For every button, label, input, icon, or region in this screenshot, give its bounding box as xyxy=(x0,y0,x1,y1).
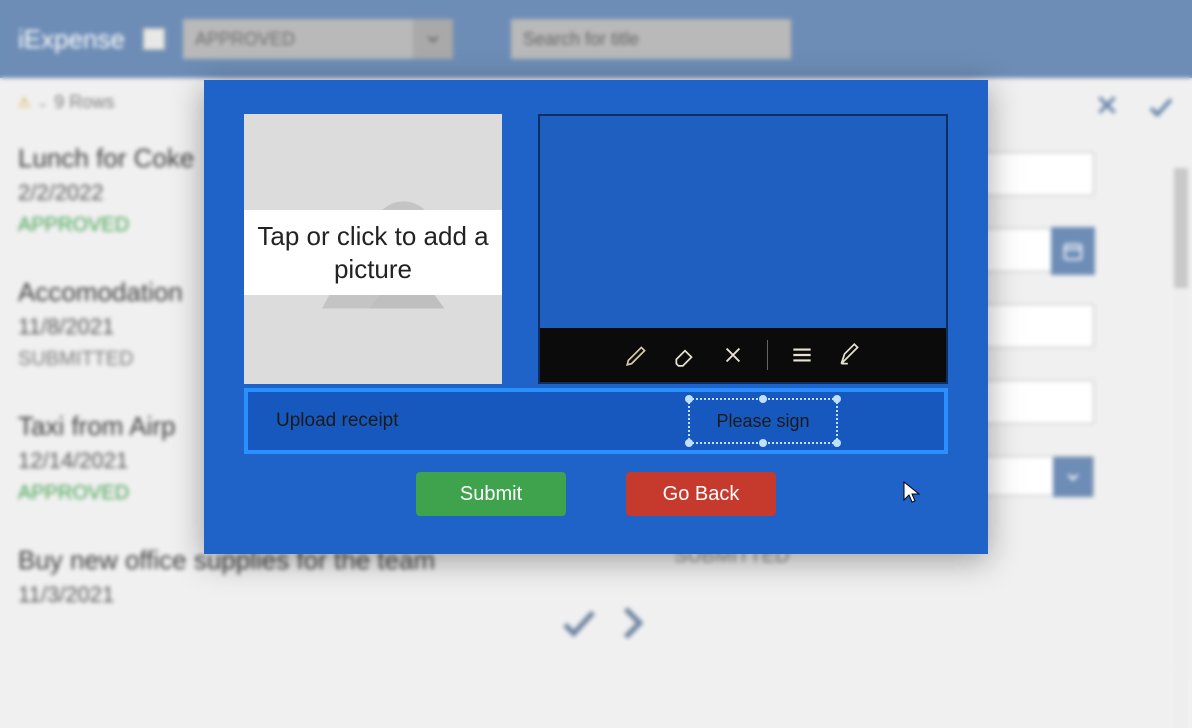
check-icon[interactable] xyxy=(1146,92,1176,129)
row-date: 11/3/2021 xyxy=(18,582,632,608)
chevron-right-icon[interactable] xyxy=(610,602,652,654)
submit-button[interactable]: Submit xyxy=(416,472,566,516)
please-sign-label-selected[interactable]: Please sign xyxy=(688,398,838,444)
add-picture-label: Tap or click to add a picture xyxy=(257,221,488,284)
eraser-icon[interactable] xyxy=(671,341,699,369)
search-input[interactable] xyxy=(511,19,791,59)
filter-checkbox[interactable] xyxy=(143,28,165,50)
clear-icon[interactable] xyxy=(719,341,747,369)
check-icon[interactable] xyxy=(558,602,600,654)
chevron-down-icon: ⌄ xyxy=(37,94,49,111)
edit-icon[interactable] xyxy=(836,341,864,369)
scrollbar-thumb[interactable] xyxy=(1174,168,1188,288)
top-bar: iExpense APPROVED xyxy=(0,0,1192,78)
toolbar-separator xyxy=(767,340,768,370)
please-sign-label: Please sign xyxy=(716,411,809,432)
signature-toolbar xyxy=(540,328,946,382)
filter-selected-label: APPROVED xyxy=(195,29,295,50)
upload-receipt-label: Upload receipt xyxy=(276,410,399,432)
app-title: iExpense xyxy=(18,24,125,55)
signature-pad[interactable] xyxy=(538,114,948,384)
row-action-icons xyxy=(558,602,652,654)
pen-icon[interactable] xyxy=(623,341,651,369)
add-picture-box[interactable]: Tap or click to add a picture xyxy=(244,114,502,384)
calendar-icon[interactable] xyxy=(1051,227,1095,275)
chevron-down-icon xyxy=(413,19,453,59)
lines-icon[interactable] xyxy=(788,341,816,369)
rows-count-label: 9 Rows xyxy=(54,92,114,113)
filter-select[interactable]: APPROVED xyxy=(183,19,453,59)
modal-label-bar: Upload receipt Please sign xyxy=(244,388,948,454)
scrollbar[interactable] xyxy=(1174,168,1188,728)
upload-sign-modal: Tap or click to add a picture xyxy=(204,80,988,554)
chevron-down-icon xyxy=(1053,457,1093,497)
go-back-button[interactable]: Go Back xyxy=(626,472,776,516)
warning-icon: ⚠ xyxy=(18,94,31,111)
close-icon[interactable] xyxy=(1094,92,1120,129)
